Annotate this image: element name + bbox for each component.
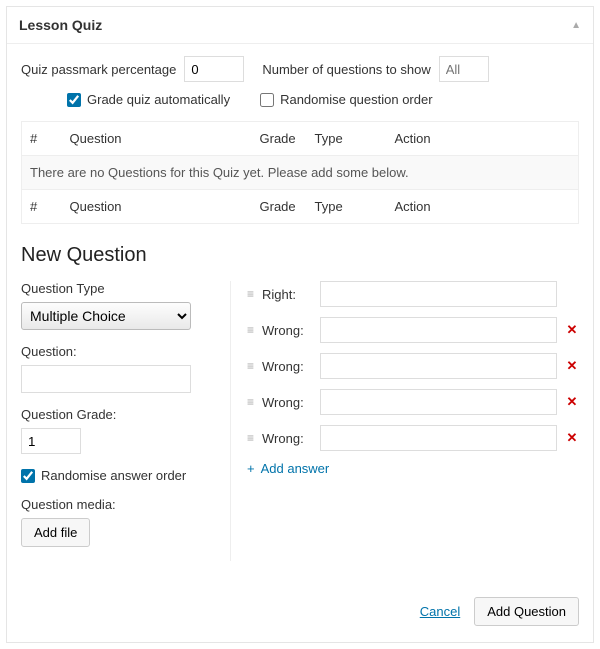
add-question-button[interactable]: Add Question — [474, 597, 579, 626]
table-head-row: # Question Grade Type Action — [22, 122, 579, 156]
cancel-link[interactable]: Cancel — [420, 604, 460, 619]
num-questions-input[interactable] — [439, 56, 489, 82]
remove-answer-icon[interactable]: ✕ — [565, 322, 579, 338]
question-text-block: Question: — [21, 344, 212, 393]
question-type-label: Question Type — [21, 281, 212, 296]
answer-input[interactable] — [320, 281, 557, 307]
drag-handle-icon[interactable]: ≡ — [247, 432, 254, 444]
settings-checkboxes: Grade quiz automatically Randomise quest… — [67, 92, 579, 107]
answer-input[interactable] — [320, 425, 557, 451]
drag-handle-icon[interactable]: ≡ — [247, 324, 254, 336]
question-grade-input[interactable] — [21, 428, 81, 454]
grade-auto-checkbox[interactable] — [67, 93, 81, 107]
form-actions: Cancel Add Question — [21, 597, 579, 626]
randomise-checkbox[interactable] — [260, 93, 274, 107]
passmark-field: Quiz passmark percentage — [21, 56, 244, 82]
answer-row: ≡ Wrong: ✕ — [247, 353, 579, 379]
answer-label: Wrong: — [262, 395, 312, 410]
answer-label: Wrong: — [262, 359, 312, 374]
grade-auto-field[interactable]: Grade quiz automatically — [67, 92, 230, 107]
question-type-select[interactable]: Multiple Choice — [21, 302, 191, 330]
answer-row: ≡ Wrong: ✕ — [247, 317, 579, 343]
table-empty-message: There are no Questions for this Quiz yet… — [22, 156, 579, 190]
drag-handle-icon[interactable]: ≡ — [247, 396, 254, 408]
randomise-label: Randomise question order — [280, 92, 432, 107]
passmark-label: Quiz passmark percentage — [21, 62, 176, 77]
drag-handle-icon[interactable]: ≡ — [247, 360, 254, 372]
col-question-f: Question — [62, 190, 252, 224]
col-type-f: Type — [307, 190, 387, 224]
add-file-button[interactable]: Add file — [21, 518, 90, 547]
panel-header: Lesson Quiz ▲ — [7, 7, 593, 44]
remove-answer-icon[interactable]: ✕ — [565, 430, 579, 446]
passmark-input[interactable] — [184, 56, 244, 82]
drag-handle-icon[interactable]: ≡ — [247, 288, 254, 300]
collapse-icon[interactable]: ▲ — [571, 20, 581, 31]
col-action: Action — [387, 122, 579, 156]
answer-input[interactable] — [320, 317, 557, 343]
question-media-label: Question media: — [21, 497, 212, 512]
settings-row: Quiz passmark percentage Number of quest… — [21, 56, 579, 82]
num-questions-field: Number of questions to show — [262, 56, 488, 82]
answer-label: Wrong: — [262, 323, 312, 338]
answer-row: ≡ Wrong: ✕ — [247, 425, 579, 451]
new-question-form: Question Type Multiple Choice Question: … — [21, 281, 579, 561]
col-grade: Grade — [252, 122, 307, 156]
question-type-block: Question Type Multiple Choice — [21, 281, 212, 330]
question-text-label: Question: — [21, 344, 212, 359]
answers-container: ≡ Right: ≡ Wrong: ✕ ≡ Wrong: ✕ ≡ Wrong: ✕ ≡ Wrong: ✕ — [247, 281, 579, 451]
question-grade-label: Question Grade: — [21, 407, 212, 422]
grade-auto-label: Grade quiz automatically — [87, 92, 230, 107]
questions-table: # Question Grade Type Action There are n… — [21, 121, 579, 224]
col-action-f: Action — [387, 190, 579, 224]
remove-answer-icon[interactable]: ✕ — [565, 358, 579, 374]
col-grade-f: Grade — [252, 190, 307, 224]
answer-input[interactable] — [320, 353, 557, 379]
question-media-block: Question media: Add file — [21, 497, 212, 547]
panel-title: Lesson Quiz — [19, 17, 102, 33]
table-foot-row: # Question Grade Type Action — [22, 190, 579, 224]
randomise-answer-block: Randomise answer order — [21, 468, 212, 483]
randomise-answer-checkbox[interactable] — [21, 469, 35, 483]
col-num: # — [22, 122, 62, 156]
new-question-heading: New Question — [21, 244, 579, 267]
question-grade-block: Question Grade: — [21, 407, 212, 454]
answer-row: ≡ Right: — [247, 281, 579, 307]
randomise-answer-label: Randomise answer order — [41, 468, 186, 483]
add-answer-label: Add answer — [261, 461, 330, 476]
table-empty-row: There are no Questions for this Quiz yet… — [22, 156, 579, 190]
plus-icon: + — [247, 461, 255, 476]
answer-label: Right: — [262, 287, 312, 302]
randomise-field[interactable]: Randomise question order — [260, 92, 432, 107]
answer-input[interactable] — [320, 389, 557, 415]
num-questions-label: Number of questions to show — [262, 62, 430, 77]
lesson-quiz-panel: Lesson Quiz ▲ Quiz passmark percentage N… — [6, 6, 594, 643]
col-question: Question — [62, 122, 252, 156]
answer-row: ≡ Wrong: ✕ — [247, 389, 579, 415]
panel-body: Quiz passmark percentage Number of quest… — [7, 44, 593, 642]
add-answer-button[interactable]: + Add answer — [247, 461, 579, 476]
col-num-f: # — [22, 190, 62, 224]
col-type: Type — [307, 122, 387, 156]
form-right-column: ≡Right:≡Wrong:✕≡Wrong:✕≡Wrong:✕≡Wrong:✕ … — [241, 281, 579, 561]
randomise-answer-field[interactable]: Randomise answer order — [21, 468, 212, 483]
answer-label: Wrong: — [262, 431, 312, 446]
form-left-column: Question Type Multiple Choice Question: … — [21, 281, 231, 561]
remove-answer-icon[interactable]: ✕ — [565, 394, 579, 410]
question-text-input[interactable] — [21, 365, 191, 393]
